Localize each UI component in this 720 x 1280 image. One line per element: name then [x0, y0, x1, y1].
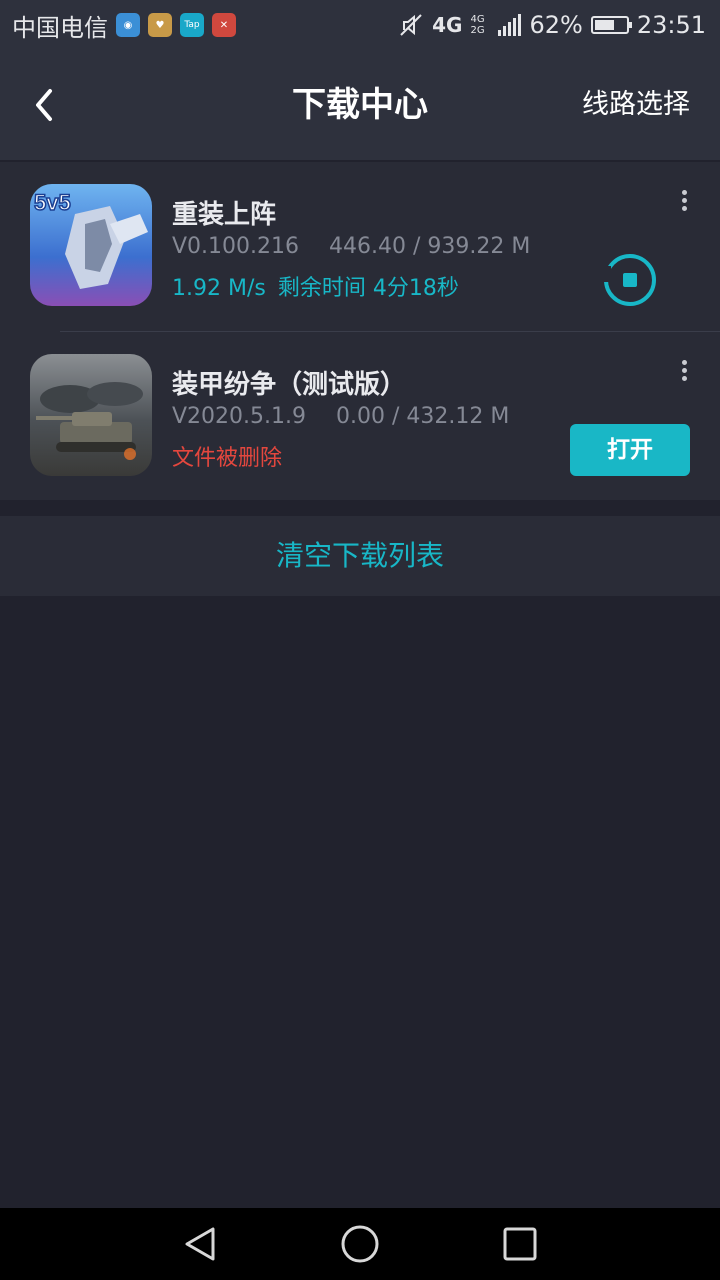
open-button[interactable]: 打开	[570, 424, 690, 476]
download-meta: V0.100.216 446.40 / 939.22 M	[172, 234, 530, 259]
clear-download-list-button[interactable]: 清空下载列表	[0, 516, 720, 596]
system-nav-bar	[0, 1208, 720, 1280]
remaining-time-label: 剩余时间 4分18秒	[277, 276, 459, 301]
size-label: 0.00 / 432.12 M	[336, 404, 510, 429]
download-list: 5v5 重装上阵 V0.100.216 446.40 / 939.22 M 1.9…	[0, 162, 720, 500]
app-icon-2: ♥	[148, 13, 172, 37]
game-name: 装甲纷争（测试版）	[172, 370, 407, 400]
size-label: 446.40 / 939.22 M	[329, 234, 531, 259]
circle-home-icon	[341, 1225, 379, 1263]
download-progress-status: 1.92 M/s 剩余时间 4分18秒	[172, 270, 459, 302]
svg-text:5v5: 5v5	[34, 190, 71, 215]
triangle-back-icon	[185, 1227, 215, 1261]
stop-icon	[623, 273, 637, 287]
tap-icon: Tap	[180, 13, 204, 37]
download-item[interactable]: 5v5 重装上阵 V0.100.216 446.40 / 939.22 M 1.9…	[30, 162, 720, 332]
network-sub: 4G 2G	[470, 14, 485, 36]
app-header: 下载中心 线路选择	[0, 50, 720, 160]
mute-icon	[400, 14, 422, 36]
signal-icon	[498, 14, 522, 36]
game-name: 重装上阵	[172, 200, 277, 230]
square-recents-icon	[503, 1227, 537, 1261]
status-bar: 中国电信 ◉ ♥ Tap ✕ 4G 4G 2G 62% 23:51	[0, 0, 720, 50]
version-label: V0.100.216	[172, 234, 300, 259]
download-item[interactable]: 装甲纷争（测试版） V2020.5.1.9 0.00 / 432.12 M 文件被…	[30, 332, 690, 502]
game-icon-tank	[30, 354, 152, 476]
app-icon-4: ✕	[212, 13, 236, 37]
app-icon-1: ◉	[116, 13, 140, 37]
error-status: 文件被删除	[172, 446, 283, 471]
more-options-icon[interactable]	[678, 190, 690, 214]
version-label: V2020.5.1.9	[172, 404, 307, 429]
battery-percent: 62%	[529, 11, 583, 39]
more-options-icon[interactable]	[678, 360, 690, 384]
game-icon-mecha: 5v5	[30, 184, 152, 306]
battery-icon	[590, 16, 632, 34]
nav-recents-button[interactable]	[500, 1224, 540, 1264]
pause-download-button[interactable]	[603, 254, 656, 306]
nav-back-button[interactable]	[180, 1224, 220, 1264]
clock: 23:51	[636, 11, 706, 39]
carrier-label: 中国电信	[12, 13, 108, 42]
network-type: 4G	[432, 13, 463, 37]
route-select-button[interactable]: 线路选择	[582, 80, 690, 130]
nav-home-button[interactable]	[340, 1224, 380, 1264]
download-meta: V2020.5.1.9 0.00 / 432.12 M	[172, 404, 509, 429]
speed-label: 1.92 M/s	[172, 276, 266, 301]
